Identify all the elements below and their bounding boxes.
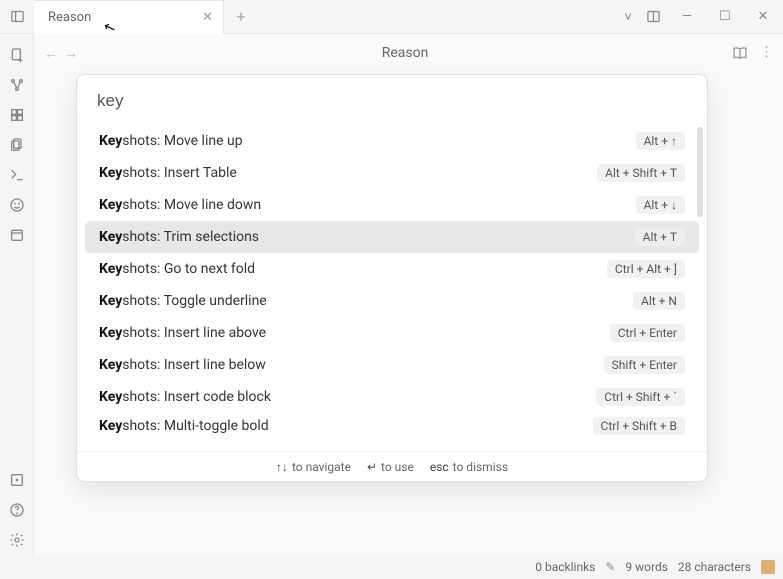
status-words[interactable]: 9 words (625, 560, 668, 574)
graph-icon[interactable] (0, 70, 34, 100)
palette-item-label: Keyshots: Trim selections (99, 229, 259, 245)
status-bar: 0 backlinks ✎ 9 words 28 characters (0, 555, 783, 579)
palette-item[interactable]: Keyshots: Trim selections Alt + T (85, 221, 699, 253)
status-characters[interactable]: 28 characters (678, 560, 751, 574)
vault-icon[interactable] (0, 465, 34, 495)
reading-mode-icon[interactable] (732, 45, 748, 61)
left-toolbar (0, 34, 34, 555)
palette-item-label: Keyshots: Move line up (99, 133, 243, 149)
edit-icon[interactable]: ✎ (605, 560, 615, 574)
palette-item-label: Keyshots: Toggle underline (99, 293, 267, 309)
window-minimize-button[interactable]: — (675, 9, 699, 24)
palette-item-shortcut: Ctrl + Enter (610, 324, 685, 342)
chevron-down-icon[interactable]: ˅ (624, 9, 632, 25)
palette-item[interactable]: Keyshots: Insert line above Ctrl + Enter (85, 317, 699, 349)
palette-item-label: Keyshots: Insert line below (99, 357, 266, 373)
hint-dismiss: escto dismiss (430, 460, 508, 474)
palette-footer: ↑↓to navigate ↵to use escto dismiss (77, 451, 707, 481)
palette-item-shortcut: Shift + Enter (604, 356, 685, 374)
file-plus-icon[interactable] (0, 40, 34, 70)
smile-icon[interactable] (0, 190, 34, 220)
window-close-button[interactable]: ✕ (751, 9, 775, 24)
palette-item-shortcut: Ctrl + Shift + ` (596, 388, 685, 406)
palette-item-label: Keyshots: Multi-toggle bold (99, 418, 269, 434)
editor-topbar: ← → Reason ⋮ (34, 34, 783, 72)
tab-title: Reason (48, 10, 91, 25)
palette-item[interactable]: Keyshots: Toggle underline Alt + N (85, 285, 699, 317)
split-view-icon[interactable] (646, 9, 661, 24)
settings-icon[interactable] (0, 525, 34, 555)
window-maximize-button[interactable]: ☐ (713, 9, 737, 24)
palette-item[interactable]: Keyshots: Insert code block Ctrl + Shift … (85, 381, 699, 413)
nav-forward-icon[interactable]: → (64, 45, 78, 62)
palette-results: Keyshots: Move line up Alt + ↑ Keyshots: I… (77, 121, 707, 451)
palette-item[interactable]: Keyshots: Insert Table Alt + Shift + T (85, 157, 699, 189)
titlebar: Reason ✕ + ˅ — ☐ ✕ (0, 0, 783, 34)
sidebar-toggle-icon[interactable] (0, 9, 34, 24)
palette-item[interactable]: Keyshots: Go to next fold Ctrl + Alt + ] (85, 253, 699, 285)
status-backlinks[interactable]: 0 backlinks (535, 560, 595, 574)
palette-item-shortcut: Alt + ↑ (636, 132, 685, 150)
tab-reason[interactable]: Reason ✕ (34, 0, 224, 34)
palette-item[interactable]: Keyshots: Insert line below Shift + Enter (85, 349, 699, 381)
command-palette: Keyshots: Move line up Alt + ↑ Keyshots: I… (76, 74, 708, 482)
titlebar-controls: ˅ — ☐ ✕ (624, 9, 783, 25)
calendar-icon[interactable] (0, 220, 34, 250)
palette-item-shortcut: Ctrl + Alt + ] (607, 260, 685, 278)
palette-item-label: Keyshots: Insert code block (99, 389, 271, 405)
palette-item-label: Keyshots: Insert line above (99, 325, 266, 341)
hint-use: ↵to use (367, 460, 414, 474)
status-heatmap-icon[interactable] (761, 560, 775, 574)
tab-add-button[interactable]: + (224, 7, 258, 26)
grid-icon[interactable] (0, 100, 34, 130)
hint-navigate: ↑↓to navigate (276, 460, 351, 474)
more-icon[interactable]: ⋮ (760, 45, 773, 61)
palette-item[interactable]: Keyshots: Move line down Alt + ↓ (85, 189, 699, 221)
document-title: Reason (78, 45, 732, 61)
palette-item-label: Keyshots: Go to next fold (99, 261, 255, 277)
palette-item-shortcut: Alt + T (635, 228, 685, 246)
palette-item-shortcut: Alt + Shift + T (597, 164, 685, 182)
palette-item-shortcut: Alt + N (633, 292, 685, 310)
terminal-icon[interactable] (0, 160, 34, 190)
palette-item-shortcut: Alt + ↓ (636, 196, 685, 214)
nav-back-icon[interactable]: ← (44, 45, 58, 62)
palette-item[interactable]: Keyshots: Move line up Alt + ↑ (85, 125, 699, 157)
palette-item-shortcut: Ctrl + Shift + B (593, 417, 685, 435)
palette-item-label: Keyshots: Move line down (99, 197, 261, 213)
tab-close-icon[interactable]: ✕ (202, 10, 213, 25)
palette-search-input[interactable] (97, 91, 687, 111)
palette-item-label: Keyshots: Insert Table (99, 165, 237, 181)
scrollbar[interactable] (697, 127, 703, 217)
help-icon[interactable] (0, 495, 34, 525)
files-icon[interactable] (0, 130, 34, 160)
palette-item[interactable]: Keyshots: Multi-toggle bold Ctrl + Shift … (85, 413, 699, 439)
